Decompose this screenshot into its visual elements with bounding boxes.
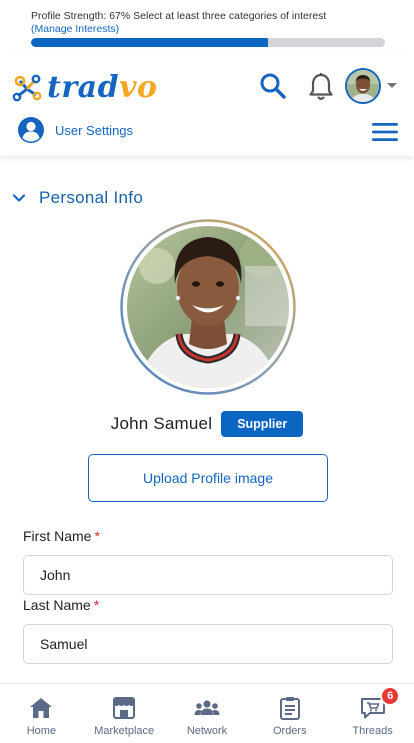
profile-photo[interactable] bbox=[127, 226, 289, 388]
personal-info-section-toggle[interactable]: Personal Info bbox=[12, 188, 143, 208]
first-name-label-text: First Name bbox=[23, 528, 92, 544]
storefront-icon bbox=[113, 697, 136, 719]
search-icon[interactable] bbox=[259, 72, 287, 100]
app-header: tradvo User Settings bbox=[0, 54, 414, 156]
tradvo-logo[interactable]: tradvo bbox=[11, 71, 158, 105]
people-icon bbox=[194, 700, 220, 715]
user-circle-icon bbox=[18, 117, 44, 143]
user-settings-link[interactable]: User Settings bbox=[17, 116, 133, 144]
logo-text-part2: vo bbox=[119, 70, 158, 105]
section-title: Personal Info bbox=[39, 188, 144, 207]
logo-text: tradvo bbox=[47, 71, 158, 105]
nav-item-home[interactable]: Home bbox=[0, 684, 83, 743]
avatar-image bbox=[347, 70, 379, 102]
clipboard-icon bbox=[279, 697, 300, 720]
nav-label-network: Network bbox=[186, 725, 228, 737]
upload-profile-image-button[interactable]: Upload Profile image bbox=[88, 454, 328, 502]
nav-label-marketplace: Marketplace bbox=[94, 725, 155, 737]
profile-name: John Samuel bbox=[110, 414, 213, 433]
first-name-label: First Name * bbox=[23, 528, 100, 544]
profile-strength-banner: Profile Strength: 67% Select at least th… bbox=[0, 0, 414, 54]
nav-label-threads: Threads bbox=[352, 725, 393, 737]
nav-item-threads[interactable]: Threads 6 bbox=[331, 684, 414, 743]
hamburger-menu-icon[interactable] bbox=[372, 122, 398, 142]
profile-strength-text: Profile Strength: 67% Select at least th… bbox=[31, 10, 327, 22]
chevron-down-icon bbox=[12, 194, 26, 202]
role-badge: Supplier bbox=[221, 411, 304, 437]
bottom-nav: Home Marketplace Network Orders Threads … bbox=[0, 683, 414, 743]
manage-interests-link[interactable]: (Manage Interests) bbox=[31, 23, 119, 36]
user-settings-label: User Settings bbox=[55, 122, 134, 138]
last-name-field[interactable]: Samuel bbox=[23, 624, 393, 664]
caret-down-icon[interactable] bbox=[386, 80, 398, 90]
profile-name-row: John Samuel Supplier bbox=[0, 411, 414, 437]
nav-item-marketplace[interactable]: Marketplace bbox=[83, 684, 166, 743]
required-mark: * bbox=[94, 528, 100, 544]
profile-strength-fill bbox=[31, 38, 269, 47]
profile-strength-bar bbox=[31, 38, 385, 47]
logo-text-part1: trad bbox=[47, 70, 120, 105]
profile-photo-image bbox=[127, 226, 289, 388]
nav-item-network[interactable]: Network bbox=[166, 684, 249, 743]
last-name-label-text: Last Name bbox=[23, 597, 91, 613]
first-name-field[interactable]: John bbox=[23, 555, 393, 595]
nav-label-orders: Orders bbox=[272, 725, 307, 737]
last-name-label: Last Name * bbox=[23, 597, 99, 613]
bell-icon[interactable] bbox=[307, 72, 335, 102]
logo-mark-icon bbox=[12, 74, 42, 102]
nav-item-orders[interactable]: Orders bbox=[248, 684, 331, 743]
home-icon bbox=[30, 698, 53, 718]
required-mark: * bbox=[93, 597, 100, 613]
threads-count-badge: 6 bbox=[380, 686, 401, 706]
nav-label-home: Home bbox=[26, 725, 57, 737]
user-avatar[interactable] bbox=[345, 68, 381, 104]
